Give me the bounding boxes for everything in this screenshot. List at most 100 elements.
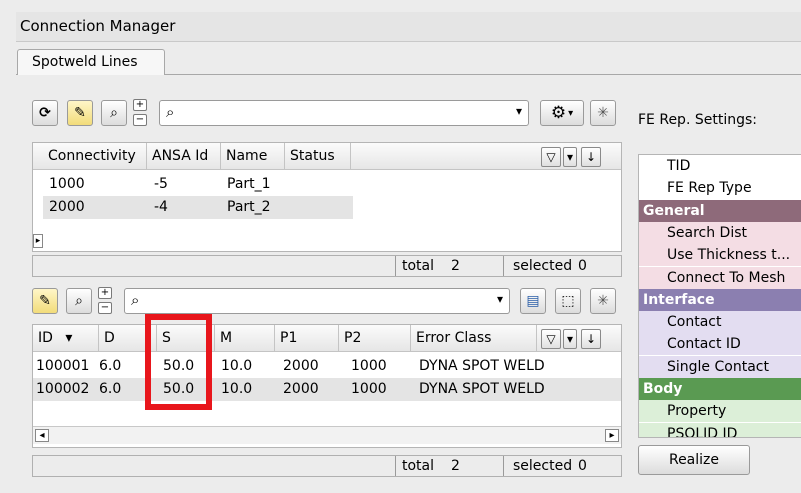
col-p2[interactable]: P2 [339, 325, 411, 352]
cell-m: 10.0 [221, 381, 253, 397]
highlight-button[interactable]: ✎ [32, 288, 58, 314]
title-bar: Connection Manager [16, 12, 801, 42]
upper-status-bar: total 2 selected 0 [32, 255, 622, 277]
item-label: PSOLID ID [667, 425, 738, 438]
settings-item[interactable]: PSOLID ID [639, 422, 801, 438]
highlight-icon: ✎ [39, 293, 51, 309]
zoom-out-button[interactable]: − [98, 302, 112, 314]
col-name[interactable]: Name [221, 143, 285, 170]
cell-p1: 2000 [283, 358, 319, 374]
cell-name: Part_1 [227, 176, 271, 192]
col-id[interactable]: ID ▾ [33, 325, 99, 352]
sparkle-icon: ✳ [597, 293, 609, 309]
chevron-down-icon: ▾ [65, 330, 73, 346]
filter-dropdown-button[interactable]: ▾ [563, 329, 577, 349]
group-label: Body [643, 381, 683, 397]
sparkle-icon: ✳ [597, 105, 609, 121]
cell-error-class: DYNA SPOT WELD [419, 358, 545, 374]
selected-value: 0 [578, 258, 587, 274]
sort-button[interactable]: ↓ [581, 329, 601, 349]
cell-id: 100002 [36, 381, 90, 397]
item-label: Property [667, 403, 727, 420]
horizontal-scrollbar[interactable]: ◂ ▸ [33, 426, 621, 444]
realize-label: Realize [668, 452, 720, 468]
filter-dropdown-button[interactable]: ▾ [563, 147, 577, 167]
selected-label: selected [513, 258, 573, 274]
item-label: Search Dist [667, 224, 748, 241]
cell-d: 6.0 [99, 358, 122, 374]
zoom-button[interactable]: ⌕ [66, 288, 92, 314]
cell-ansa-id: -5 [154, 176, 168, 192]
deselect-button[interactable]: ✳ [590, 288, 616, 314]
total-value: 2 [451, 258, 460, 274]
scroll-right-button[interactable]: ▸ [605, 429, 619, 442]
settings-group-header[interactable]: General [639, 199, 801, 222]
arrow-down-icon: ↓ [585, 150, 597, 164]
col-status[interactable]: Status [285, 143, 351, 170]
chevron-down-icon[interactable]: ▾ [497, 292, 503, 306]
settings-item[interactable]: Use Thickness t... [639, 244, 801, 267]
lower-search-input[interactable]: ⌕ ▾ [124, 288, 510, 314]
cell-name: Part_2 [227, 199, 271, 215]
settings-item[interactable]: FE Rep Type [639, 177, 801, 200]
cell-p2: 1000 [351, 381, 387, 397]
zoom-out-button[interactable]: − [133, 114, 147, 126]
item-label: Single Contact [667, 358, 769, 375]
tab-spotweld-lines[interactable]: Spotweld Lines [17, 49, 165, 76]
zoom-in-button[interactable]: + [133, 99, 147, 111]
settings-item[interactable]: Property [639, 400, 801, 423]
arrow-down-icon: ↓ [585, 332, 597, 346]
realize-button[interactable]: Realize [638, 445, 750, 475]
group-label: Interface [643, 291, 715, 308]
deselect-button[interactable]: ✳ [590, 100, 616, 126]
col-connectivity[interactable]: Connectivity [43, 143, 147, 170]
settings-group-header[interactable]: Body [639, 378, 801, 400]
cell-d: 6.0 [99, 381, 122, 397]
cell-ansa-id: -4 [154, 199, 168, 215]
item-label: Connect To Mesh [667, 269, 786, 286]
settings-item[interactable]: Connect To Mesh [639, 266, 801, 289]
refresh-icon: ⟳ [39, 105, 51, 121]
grid-view-button[interactable]: ▤ [520, 288, 546, 314]
settings-item[interactable]: Single Contact [639, 355, 801, 378]
filter-icon: ▽ [546, 150, 556, 164]
scroll-left-button[interactable]: ◂ [35, 429, 49, 442]
cell-error-class: DYNA SPOT WELD [419, 381, 545, 397]
settings-item[interactable]: Contact [639, 311, 801, 334]
cell-connectivity: 2000 [49, 199, 85, 215]
scroll-left-button[interactable]: ▸ [33, 234, 43, 248]
filter-button[interactable]: ▽ [541, 329, 561, 349]
col-m[interactable]: M [215, 325, 275, 352]
settings-group-header[interactable]: Interface [639, 288, 801, 311]
divider [395, 456, 396, 476]
tab-label: Spotweld Lines [32, 54, 138, 70]
total-label: total [402, 458, 435, 474]
col-error-class[interactable]: Error Class [411, 325, 537, 352]
zoom-in-button[interactable]: + [98, 287, 112, 299]
total-value: 2 [451, 458, 460, 474]
select-box-icon: ⬚ [561, 293, 575, 309]
settings-item[interactable]: Search Dist [639, 221, 801, 244]
chevron-down-icon[interactable]: ▾ [516, 104, 522, 118]
highlight-annotation-box [145, 314, 212, 410]
divider [395, 256, 396, 276]
table-header: Connectivity ANSA Id Name Status ▽ ▾ ↓ [33, 143, 621, 170]
settings-button[interactable]: ⚙ ▾ [540, 100, 584, 126]
box-select-button[interactable]: ⬚ [555, 288, 581, 314]
settings-item[interactable]: Contact ID [639, 333, 801, 356]
filter-button[interactable]: ▽ [541, 147, 561, 167]
fe-rep-settings-list: TID FE Rep Type General Search Dist Use Thic… [638, 154, 801, 438]
settings-item[interactable]: TID [639, 155, 801, 177]
refresh-button[interactable]: ⟳ [32, 100, 58, 126]
zoom-button[interactable]: ⌕ [101, 100, 127, 126]
item-label: FE Rep Type [667, 180, 752, 197]
upper-search-input[interactable]: ⌕ ▾ [159, 100, 529, 126]
sort-button[interactable]: ↓ [581, 147, 601, 167]
plus-icon: + [100, 287, 110, 298]
chevron-left-icon: ◂ [39, 430, 45, 441]
col-p1[interactable]: P1 [275, 325, 339, 352]
zoom-icon: ⌕ [110, 105, 118, 121]
gear-icon: ⚙ [550, 103, 567, 123]
highlight-button[interactable]: ✎ [67, 100, 93, 126]
col-ansa-id[interactable]: ANSA Id [147, 143, 221, 170]
